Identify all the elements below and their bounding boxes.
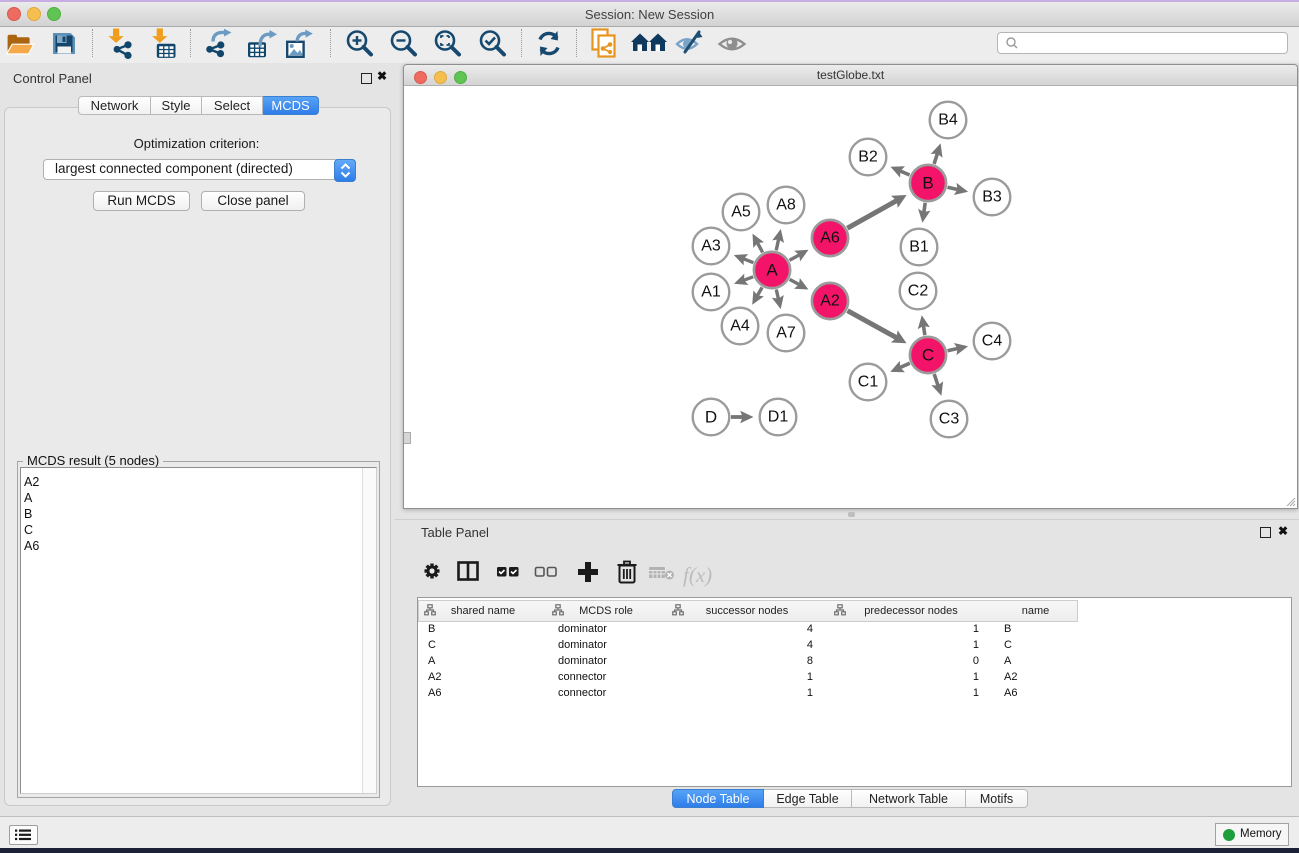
svg-text:A5: A5 (731, 204, 751, 221)
svg-text:A2: A2 (820, 293, 840, 310)
svg-text:A: A (766, 261, 778, 280)
svg-text:B4: B4 (938, 112, 958, 129)
svg-text:B1: B1 (909, 239, 929, 256)
svg-text:A6: A6 (820, 230, 840, 247)
svg-text:C2: C2 (908, 283, 929, 300)
svg-text:C3: C3 (939, 411, 960, 428)
svg-text:A3: A3 (701, 238, 721, 255)
svg-text:A1: A1 (701, 284, 721, 301)
svg-text:C: C (922, 346, 934, 365)
svg-text:C4: C4 (982, 333, 1003, 350)
svg-text:D: D (705, 408, 717, 427)
svg-text:A7: A7 (776, 325, 796, 342)
svg-text:B2: B2 (858, 149, 878, 166)
svg-text:A4: A4 (730, 318, 750, 335)
svg-text:D1: D1 (768, 409, 789, 426)
svg-text:B: B (922, 174, 933, 193)
svg-text:C1: C1 (858, 374, 879, 391)
svg-text:B3: B3 (982, 189, 1002, 206)
svg-text:A8: A8 (776, 197, 796, 214)
